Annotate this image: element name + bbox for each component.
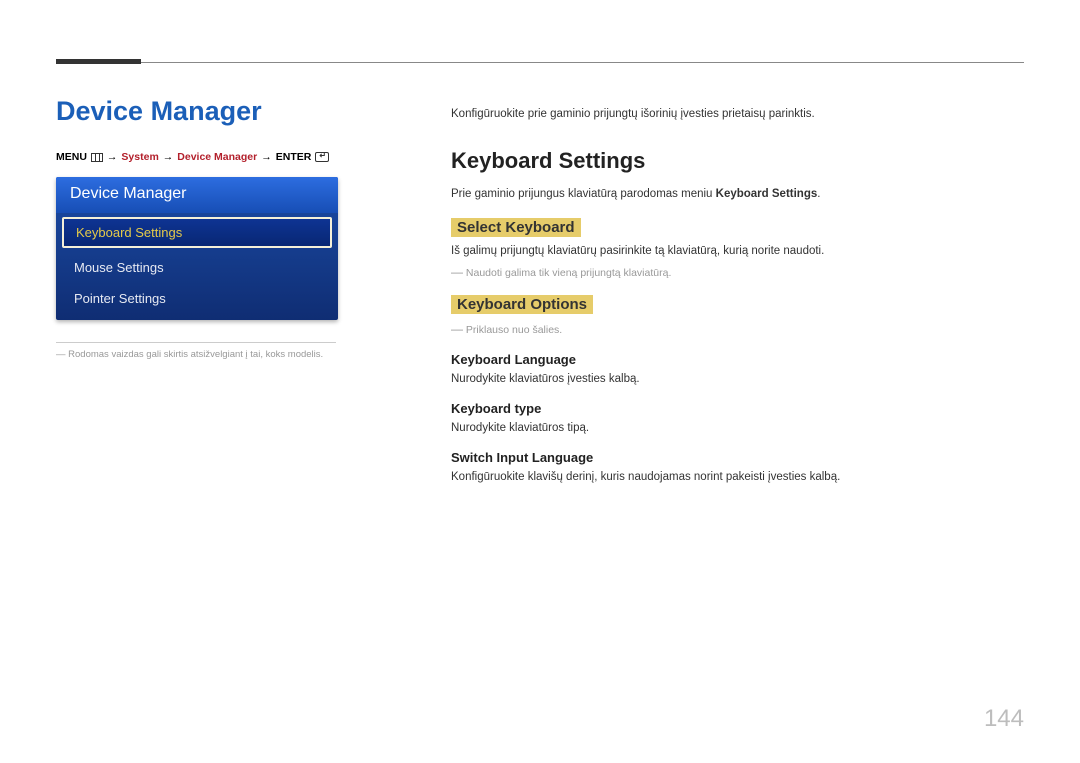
footnote: ― Rodomas vaizdas gali skirtis atsižvelg… [56, 342, 336, 360]
body-switch-input-language: Konfigūruokite klavišų derinį, kuris nau… [451, 471, 1024, 483]
select-keyboard-body: Iš galimų prijungtų klaviatūrų pasirinki… [451, 245, 1024, 257]
enter-icon [315, 152, 329, 162]
breadcrumb-device-manager: Device Manager [177, 151, 257, 163]
intro-text: Konfigūruokite prie gaminio prijungtų iš… [451, 108, 1024, 120]
breadcrumb-menu-label: MENU [56, 151, 87, 163]
dash-icon: ― [451, 265, 463, 279]
menu-panel-header: Device Manager [56, 177, 338, 213]
page-title: Device Manager [56, 96, 421, 127]
dash-icon: ― [451, 322, 463, 336]
menu-icon [91, 153, 103, 162]
body-keyboard-language: Nurodykite klaviatūros įvesties kalbą. [451, 373, 1024, 385]
breadcrumb-system: System [121, 151, 158, 163]
subsection-select-keyboard: Select Keyboard [451, 218, 581, 237]
dash-icon: ― [56, 349, 66, 360]
menu-item-label: Mouse Settings [74, 260, 164, 275]
footnote-text: Rodomas vaizdas gali skirtis atsižvelgia… [68, 349, 323, 360]
breadcrumb-enter-label: ENTER [276, 151, 312, 163]
subsection-keyboard-options: Keyboard Options [451, 295, 593, 314]
right-column: Konfigūruokite prie gaminio prijungtų iš… [421, 96, 1024, 499]
breadcrumb: MENU → System → Device Manager → ENTER [56, 151, 421, 163]
note-text: Naudoti galima tik vieną prijungtą klavi… [466, 267, 671, 279]
section-heading-keyboard-settings: Keyboard Settings [451, 148, 1024, 174]
heading-keyboard-language: Keyboard Language [451, 352, 1024, 367]
menu-item-label: Pointer Settings [74, 291, 166, 306]
desc-pre: Prie gaminio prijungus klaviatūrą parodo… [451, 188, 716, 200]
arrow-icon: → [163, 151, 174, 163]
desc-bold: Keyboard Settings [716, 188, 818, 200]
keyboard-settings-description: Prie gaminio prijungus klaviatūrą parodo… [451, 188, 1024, 200]
header-rule [56, 62, 1024, 63]
arrow-icon: → [107, 151, 118, 163]
heading-switch-input-language: Switch Input Language [451, 450, 1024, 465]
note-text: Priklauso nuo šalies. [466, 324, 562, 336]
menu-item-label: Keyboard Settings [76, 225, 182, 240]
heading-keyboard-type: Keyboard type [451, 401, 1024, 416]
menu-item-keyboard-settings[interactable]: Keyboard Settings [62, 217, 332, 248]
keyboard-options-note: ― Priklauso nuo šalies. [451, 322, 1024, 336]
desc-post: . [817, 188, 820, 200]
left-column: Device Manager MENU → System → Device Ma… [56, 96, 421, 499]
arrow-icon: → [261, 151, 272, 163]
menu-panel: Device Manager Keyboard Settings Mouse S… [56, 177, 338, 320]
menu-item-pointer-settings[interactable]: Pointer Settings [56, 283, 338, 320]
select-keyboard-note: ― Naudoti galima tik vieną prijungtą kla… [451, 265, 1024, 279]
page-number: 144 [984, 705, 1024, 733]
body-keyboard-type: Nurodykite klaviatūros tipą. [451, 422, 1024, 434]
menu-item-mouse-settings[interactable]: Mouse Settings [56, 252, 338, 283]
